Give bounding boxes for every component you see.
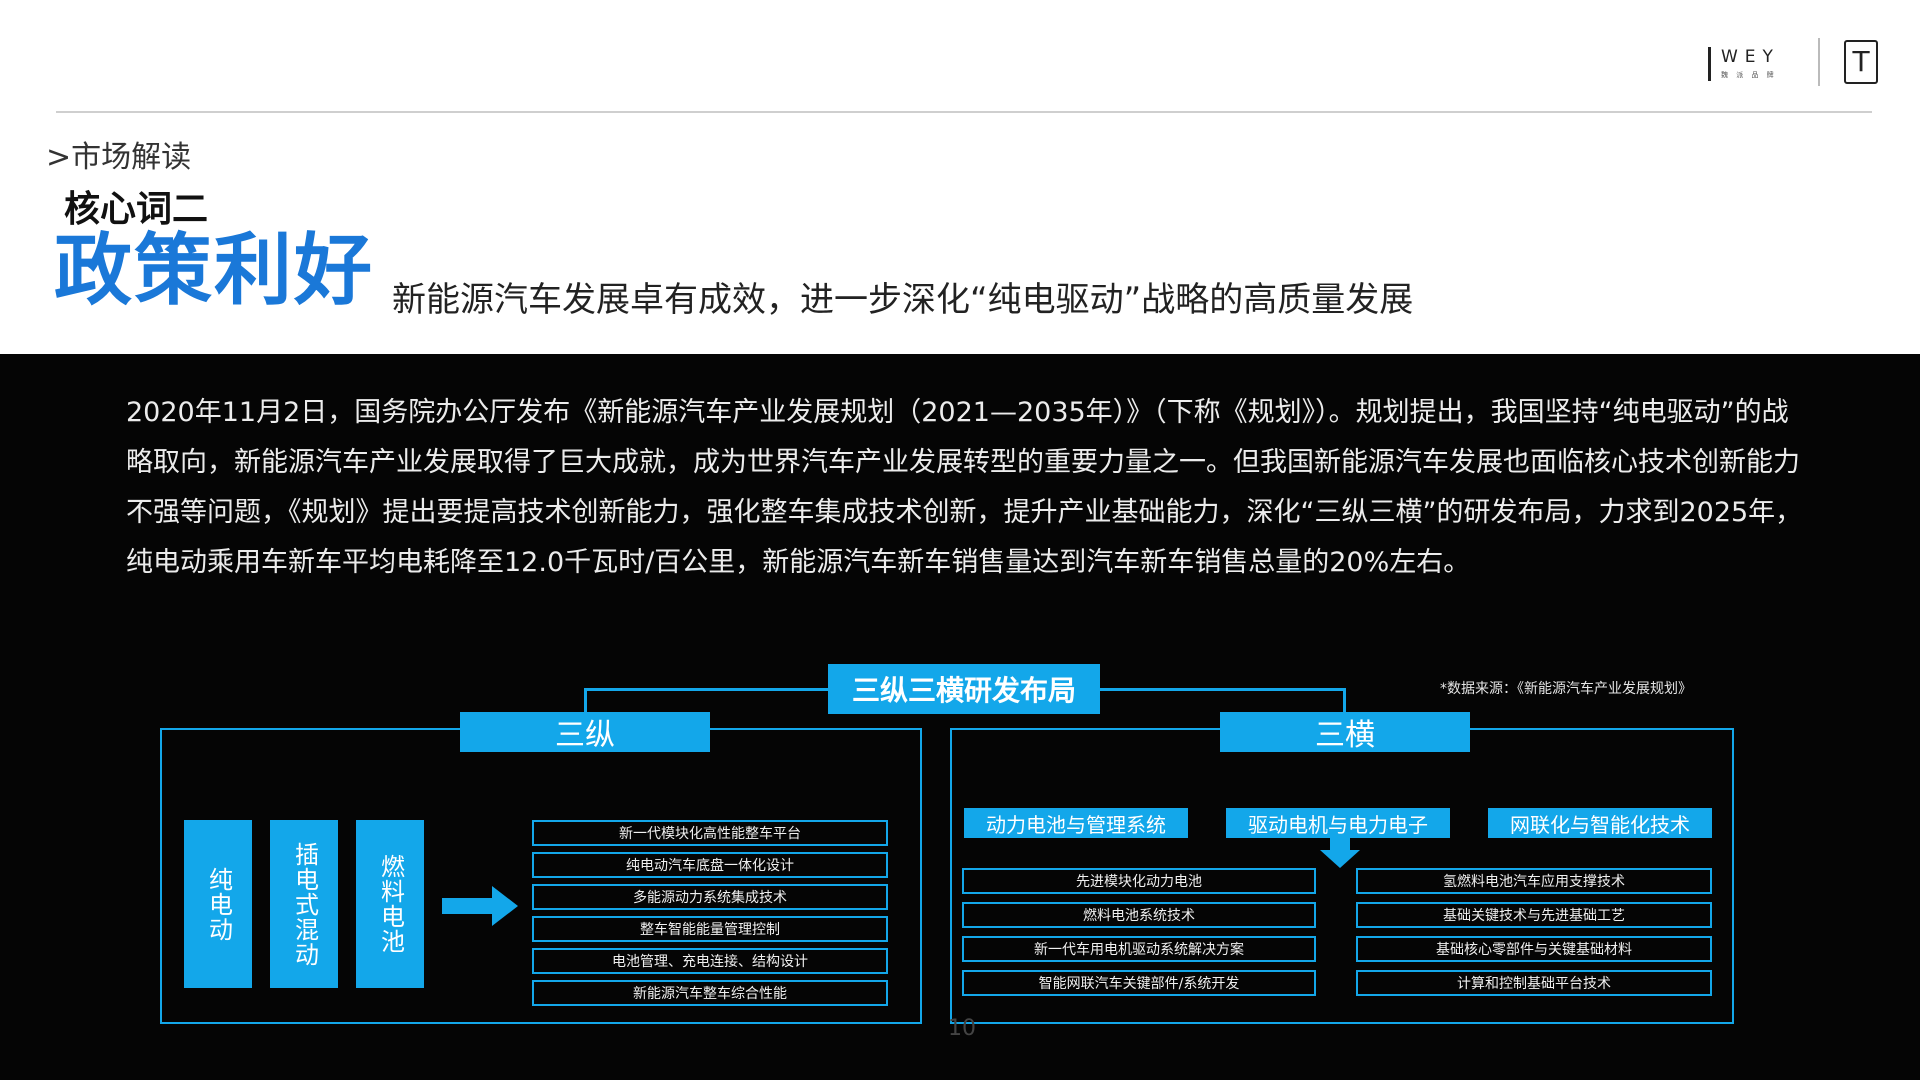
heng-right-item: 基础核心零部件与关键基础材料 [1356, 936, 1712, 962]
zong-title: 三纵 [460, 712, 710, 753]
wey-logo-subtext: 魏 派 品 牌 [1721, 70, 1777, 79]
wey-logo: WEY 魏 派 品 牌 [1708, 44, 1780, 84]
subheading: 核心词二 [64, 189, 209, 230]
heng-left-item: 先进模块化动力电池 [962, 868, 1316, 894]
zong-item: 新一代模块化高性能整车平台 [532, 820, 888, 846]
vertical-phev: 插电式混动 [270, 820, 338, 988]
zong-item: 新能源汽车整车综合性能 [532, 980, 888, 1006]
root-node: 三纵三横研发布局 [828, 664, 1100, 714]
zong-item: 多能源动力系统集成技术 [532, 884, 888, 910]
section-tag: >市场解读 [46, 140, 192, 175]
tank-logo-letter: T [1852, 45, 1870, 78]
heng-head-connected: 网联化与智能化技术 [1488, 808, 1712, 838]
header-divider [56, 111, 1872, 113]
vertical-bev: 纯电动 [184, 820, 252, 988]
arrow-down-icon [1320, 838, 1360, 868]
wey-logo-text: WEY [1721, 46, 1780, 67]
heng-head-motor: 驱动电机与电力电子 [1226, 808, 1450, 838]
page-number: 10 [948, 1016, 976, 1041]
wey-logo-bar [1708, 47, 1711, 81]
body-paragraph: 2020年11月2日，国务院办公厅发布《新能源汽车产业发展规划（2021—203… [126, 397, 1803, 578]
heng-left-item: 智能网联汽车关键部件/系统开发 [962, 970, 1316, 996]
tank-logo: T [1844, 40, 1878, 84]
heng-left-item: 燃料电池系统技术 [962, 902, 1316, 928]
data-source-note: *数据来源：《新能源汽车产业发展规划》 [1440, 681, 1692, 697]
heng-right-item: 计算和控制基础平台技术 [1356, 970, 1712, 996]
page-title: 政策利好 [54, 226, 375, 316]
tagline: 新能源汽车发展卓有成效，进一步深化“纯电驱动”战略的高质量发展 [392, 280, 1414, 320]
zong-item: 电池管理、充电连接、结构设计 [532, 948, 888, 974]
heng-right-item: 氢燃料电池汽车应用支撑技术 [1356, 868, 1712, 894]
zong-item: 纯电动汽车底盘一体化设计 [532, 852, 888, 878]
heng-head-battery: 动力电池与管理系统 [964, 808, 1188, 838]
heng-right-item: 基础关键技术与先进基础工艺 [1356, 902, 1712, 928]
arrow-right-icon [442, 886, 518, 926]
connector-root-right [1100, 688, 1344, 691]
vertical-fcev: 燃料电池 [356, 820, 424, 988]
heng-title: 三横 [1220, 712, 1470, 753]
zong-item: 整车智能能量管理控制 [532, 916, 888, 942]
heng-left-item: 新一代车用电机驱动系统解决方案 [962, 936, 1316, 962]
logo-separator [1818, 38, 1820, 86]
connector-root-left [584, 688, 828, 691]
